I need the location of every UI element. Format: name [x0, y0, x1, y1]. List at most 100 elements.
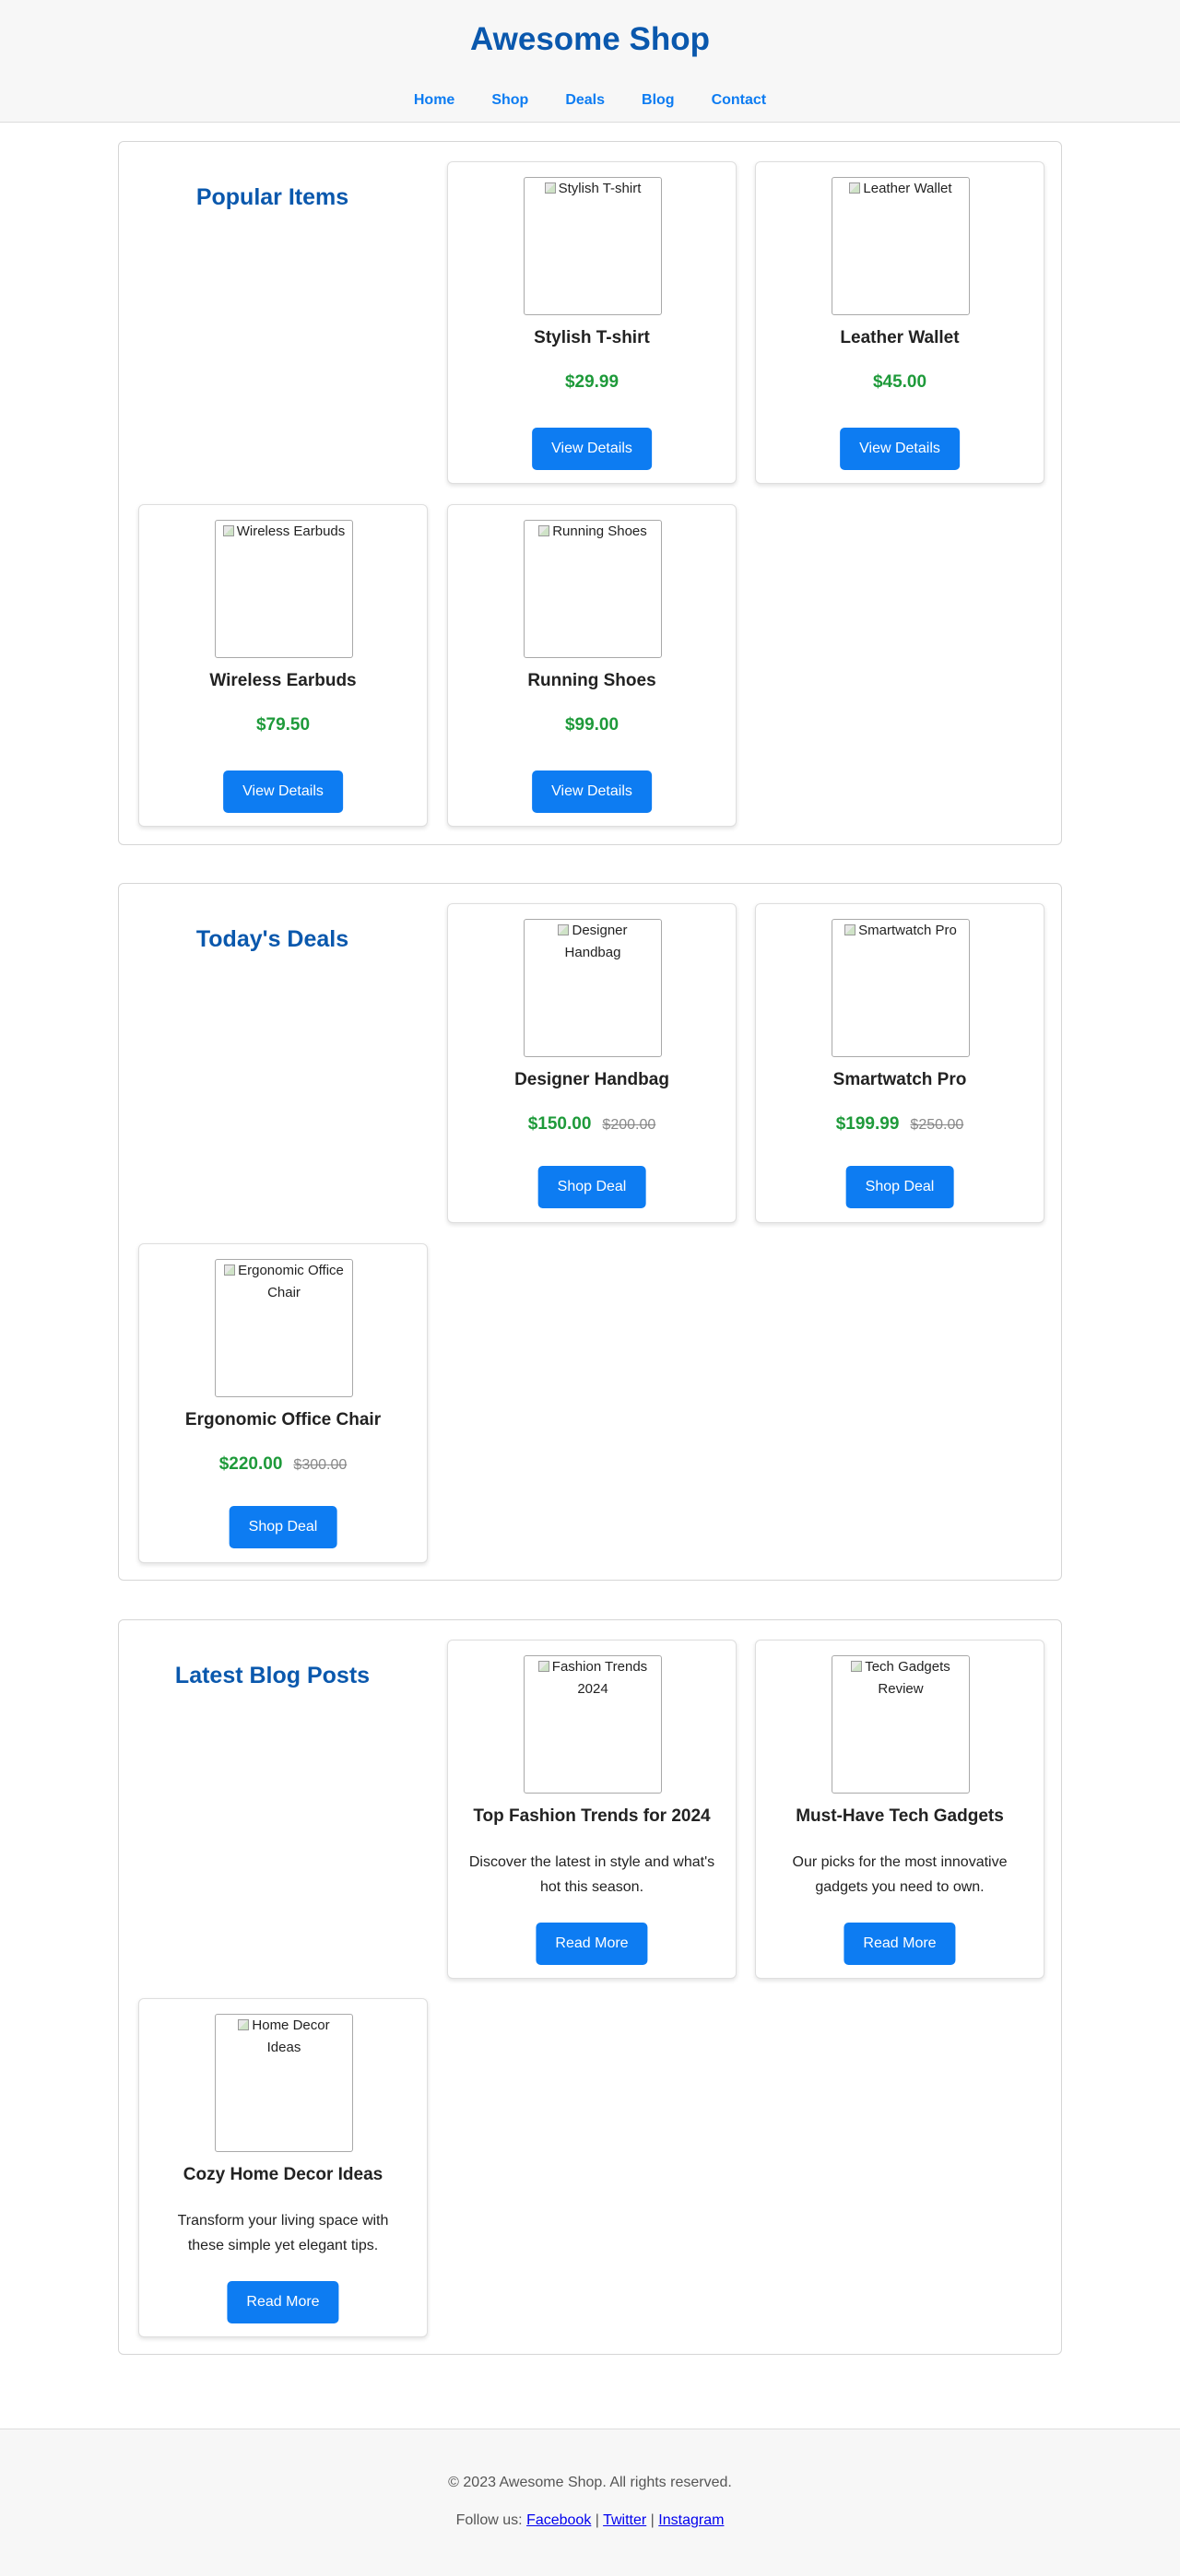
product-name: Ergonomic Office Chair — [184, 1410, 382, 1429]
broken-image-icon — [544, 182, 556, 194]
price-row: $220.00 $300.00 — [139, 1454, 427, 1475]
product-name: Running Shoes — [527, 671, 656, 690]
product-image: Smartwatch Pro — [832, 919, 970, 1057]
broken-image-icon — [238, 2019, 250, 2030]
broken-image-icon — [224, 1264, 236, 1276]
blog-excerpt: Our picks for the most innovative gadget… — [792, 1854, 1008, 1895]
deal-price: $199.99 — [835, 1114, 900, 1134]
product-card: Running Shoes Running Shoes $99.00 View … — [447, 504, 737, 827]
price-row: $29.99 — [448, 372, 736, 393]
broken-image-icon — [849, 182, 861, 194]
image-alt-text: Stylish T-shirt — [558, 181, 642, 196]
instagram-link[interactable]: Instagram — [658, 2512, 724, 2528]
section-title: Popular Items — [195, 184, 349, 210]
separator: | — [650, 2512, 655, 2528]
section-title: Latest Blog Posts — [174, 1663, 371, 1688]
section-title: Today's Deals — [195, 926, 349, 952]
twitter-link[interactable]: Twitter — [603, 2512, 646, 2528]
nav-deals[interactable]: Deals — [565, 92, 605, 109]
image-alt-text: Smartwatch Pro — [858, 923, 957, 938]
view-details-button[interactable]: View Details — [532, 770, 652, 813]
read-more-button[interactable]: Read More — [844, 1923, 956, 1965]
blog-title: Must-Have Tech Gadgets — [796, 1806, 1004, 1826]
broken-image-icon — [844, 924, 856, 935]
deal-card: Designer Handbag Designer Handbag $150.0… — [447, 903, 737, 1223]
read-more-button[interactable]: Read More — [227, 2281, 339, 2323]
deal-price: $220.00 — [218, 1454, 283, 1474]
site-header: Awesome Shop Home Shop Deals Blog Contac… — [0, 0, 1180, 123]
price-row: $150.00 $200.00 — [448, 1114, 736, 1135]
follow-label: Follow us: — [455, 2512, 523, 2528]
site-footer: © 2023 Awesome Shop. All rights reserved… — [0, 2429, 1180, 2576]
blog-excerpt: Discover the latest in style and what's … — [468, 1854, 715, 1895]
nav-shop[interactable]: Shop — [491, 92, 528, 109]
product-card: Stylish T-shirt Stylish T-shirt $29.99 V… — [447, 161, 737, 484]
broken-image-icon — [222, 525, 234, 536]
product-card: Wireless Earbuds Wireless Earbuds $79.50… — [138, 504, 428, 827]
view-details-button[interactable]: View Details — [532, 428, 652, 470]
product-name: Leather Wallet — [840, 328, 960, 347]
blog-title: Cozy Home Decor Ideas — [183, 2165, 384, 2184]
main-nav: Home Shop Deals Blog Contact — [0, 92, 1180, 109]
image-alt-text: Ergonomic Office Chair — [238, 1263, 344, 1300]
price-row: $199.99 $250.00 — [756, 1114, 1044, 1135]
product-image: Running Shoes — [524, 520, 662, 658]
blog-post-card: Home Decor Ideas Cozy Home Decor Ideas T… — [138, 1998, 428, 2337]
shop-deal-button[interactable]: Shop Deal — [845, 1166, 954, 1208]
product-price: $99.00 — [564, 715, 620, 735]
original-price: $250.00 — [910, 1117, 964, 1133]
product-image: Stylish T-shirt — [524, 177, 662, 315]
copyright-text: © 2023 Awesome Shop. All rights reserved… — [448, 2475, 732, 2490]
view-details-button[interactable]: View Details — [223, 770, 343, 813]
nav-contact[interactable]: Contact — [712, 92, 767, 109]
social-links: Follow us: Facebook | Twitter | Instagra… — [0, 2512, 1180, 2529]
todays-deals-section: Today's Deals Designer Handbag Designer … — [118, 883, 1062, 1581]
image-alt-text: Tech Gadgets Review — [865, 1659, 950, 1697]
price-row: $45.00 — [756, 372, 1044, 393]
image-alt-text: Fashion Trends 2024 — [551, 1659, 648, 1697]
blog-post-card: Tech Gadgets Review Must-Have Tech Gadge… — [755, 1640, 1044, 1979]
broken-image-icon — [537, 1661, 549, 1672]
broken-image-icon — [851, 1661, 863, 1672]
product-price: $29.99 — [564, 372, 620, 392]
facebook-link[interactable]: Facebook — [526, 2512, 591, 2528]
image-alt-text: Home Decor Ideas — [252, 2017, 330, 2055]
shop-deal-button[interactable]: Shop Deal — [229, 1506, 337, 1548]
broken-image-icon — [538, 525, 550, 536]
deal-price: $150.00 — [527, 1114, 592, 1134]
broken-image-icon — [558, 924, 570, 935]
view-details-button[interactable]: View Details — [840, 428, 960, 470]
image-alt-text: Designer Handbag — [564, 923, 628, 960]
product-image: Ergonomic Office Chair — [215, 1259, 353, 1397]
product-image: Designer Handbag — [524, 919, 662, 1057]
deal-card: Ergonomic Office Chair Ergonomic Office … — [138, 1243, 428, 1563]
deal-card: Smartwatch Pro Smartwatch Pro $199.99 $25… — [755, 903, 1044, 1223]
product-name: Wireless Earbuds — [209, 671, 357, 690]
price-row: $79.50 — [139, 715, 427, 735]
image-alt-text: Leather Wallet — [863, 181, 952, 196]
product-card: Leather Wallet Leather Wallet $45.00 Vie… — [755, 161, 1044, 484]
popular-items-section: Popular Items Stylish T-shirt Stylish T-… — [118, 141, 1062, 845]
blog-image: Home Decor Ideas — [215, 2014, 353, 2152]
separator: | — [595, 2512, 599, 2528]
blog-excerpt: Transform your living space with these s… — [177, 2213, 389, 2253]
product-name: Stylish T-shirt — [534, 328, 650, 347]
product-price: $45.00 — [872, 372, 927, 392]
site-title: Awesome Shop — [470, 21, 710, 57]
nav-home[interactable]: Home — [414, 92, 454, 109]
original-price: $300.00 — [293, 1457, 348, 1473]
product-name: Smartwatch Pro — [832, 1070, 967, 1089]
latest-blog-posts-section: Latest Blog Posts Fashion Trends 2024 To… — [118, 1619, 1062, 2355]
nav-blog[interactable]: Blog — [642, 92, 675, 109]
blog-image: Fashion Trends 2024 — [524, 1655, 662, 1794]
product-image: Leather Wallet — [832, 177, 970, 315]
read-more-button[interactable]: Read More — [536, 1923, 648, 1965]
image-alt-text: Wireless Earbuds — [236, 523, 346, 539]
price-row: $99.00 — [448, 715, 736, 735]
shop-deal-button[interactable]: Shop Deal — [537, 1166, 646, 1208]
product-price: $79.50 — [255, 715, 311, 735]
product-image: Wireless Earbuds — [215, 520, 353, 658]
blog-image: Tech Gadgets Review — [832, 1655, 970, 1794]
blog-title: Top Fashion Trends for 2024 — [473, 1806, 711, 1826]
image-alt-text: Running Shoes — [552, 523, 647, 539]
